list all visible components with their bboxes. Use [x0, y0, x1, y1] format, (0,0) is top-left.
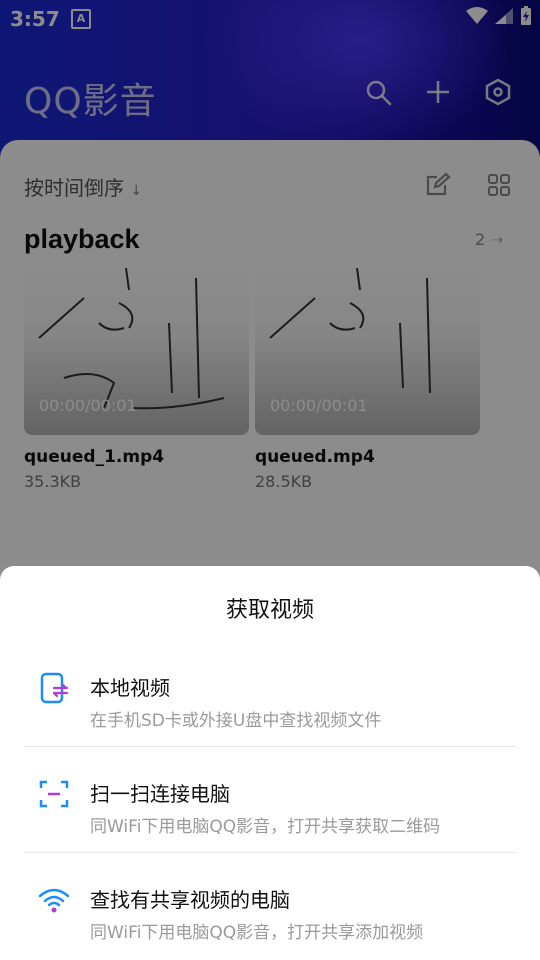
option-subtitle: 同WiFi下用电脑QQ影音，打开共享添加视频 [90, 923, 424, 943]
local-video-icon [40, 672, 69, 704]
option-subtitle: 在手机SD卡或外接U盘中查找视频文件 [90, 711, 382, 731]
option-local-video[interactable]: 本地视频 在手机SD卡或外接U盘中查找视频文件 [24, 642, 516, 748]
get-video-sheet: 获取视频 本地视频 在手机SD卡或外接U盘中查找视频文件 扫一扫连接电脑 同Wi… [0, 566, 540, 960]
divider [24, 852, 516, 853]
option-title: 查找有共享视频的电脑 [90, 888, 290, 912]
scan-icon [39, 780, 69, 808]
sheet-title: 获取视频 [225, 598, 314, 623]
option-subtitle: 同WiFi下用电脑QQ影音，打开共享获取二维码 [90, 817, 441, 837]
option-find-shared-pc[interactable]: 查找有共享视频的电脑 同WiFi下用电脑QQ影音，打开共享添加视频 [24, 854, 516, 960]
divider [24, 746, 516, 747]
option-scan-connect[interactable]: 扫一扫连接电脑 同WiFi下用电脑QQ影音，打开共享获取二维码 [24, 748, 516, 854]
option-title: 扫一扫连接电脑 [90, 782, 230, 806]
option-title: 本地视频 [90, 676, 170, 700]
wifi-icon [38, 888, 70, 913]
